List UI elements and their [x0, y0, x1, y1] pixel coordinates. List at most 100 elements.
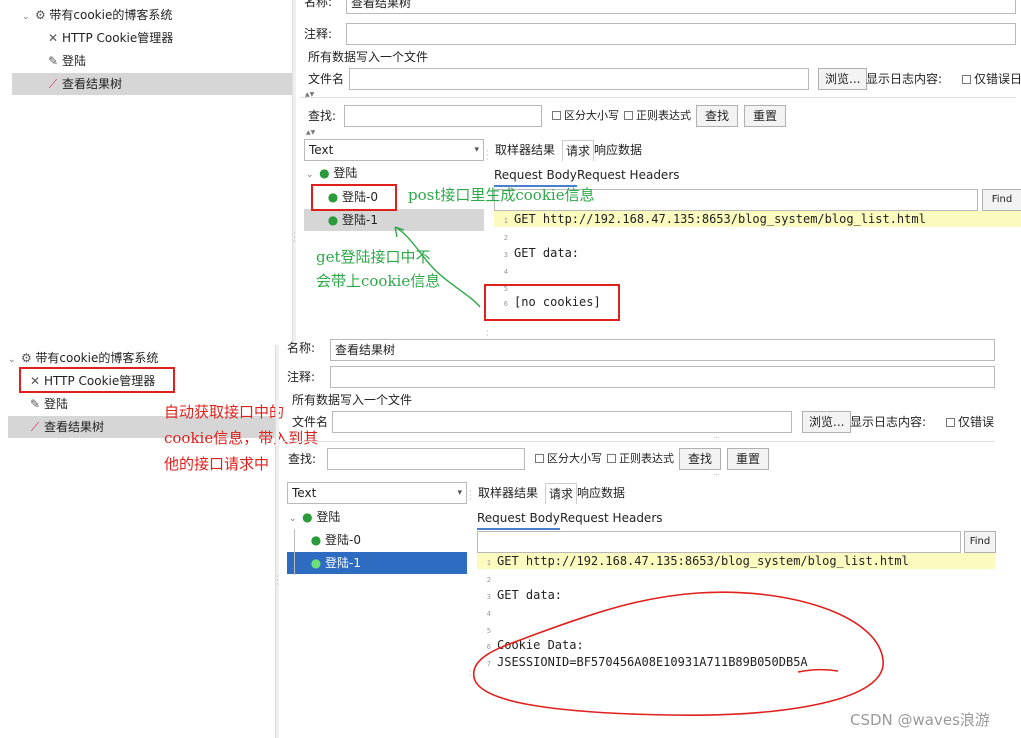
splitter[interactable]	[292, 0, 296, 345]
chevron-down-icon[interactable]: ⌄	[306, 170, 314, 180]
case-sensitive-checkbox[interactable]: 区分大小写	[535, 448, 602, 470]
wrench-icon: ✕	[47, 31, 59, 45]
checkbox-icon	[962, 75, 971, 84]
result-item-login[interactable]: ⌄ ● 登陆	[306, 162, 357, 184]
tab-request[interactable]: 请求	[562, 140, 595, 161]
splitter-handle[interactable]: · · ·	[486, 148, 490, 164]
annotation-auto-cookie-3: 他的接口请求中	[164, 455, 270, 473]
regex-checkbox[interactable]: 正则表达式	[624, 105, 691, 127]
splitter-handle[interactable]: · ·	[486, 328, 490, 340]
checkbox-icon	[624, 111, 633, 120]
filename-label: 文件名	[308, 72, 345, 86]
divider	[282, 441, 995, 442]
tree-item-results-tree[interactable]: ⟋ 查看结果树	[12, 73, 292, 95]
highlight-no-cookies	[484, 284, 620, 321]
case-sensitive-checkbox[interactable]: 区分大小写	[552, 105, 619, 127]
splitter-handle[interactable]: · · ·	[469, 488, 473, 504]
splitter-handle[interactable]: · · ·	[276, 573, 280, 589]
reset-button[interactable]: 重置	[727, 448, 769, 470]
shield-check-icon: ●	[302, 510, 313, 524]
chevron-down-icon: ▾	[457, 488, 462, 498]
top-screenshot: ⌄ ⚙ 带有cookie的博客系统 ✕ HTTP Cookie管理器 ✎ 登陆 ⟋ 查看…	[0, 0, 1021, 345]
chevron-down-icon[interactable]: ⌄	[22, 12, 30, 22]
divider	[300, 97, 1016, 98]
green-arrow	[394, 226, 481, 308]
search-label: 查找:	[288, 452, 317, 466]
renderer-select[interactable]: Text ▾	[304, 139, 484, 161]
tree-item-login[interactable]: ✎ 登陆	[46, 50, 86, 72]
highlight-login-0	[311, 184, 397, 211]
search-input[interactable]	[344, 105, 542, 127]
log-content-label: 显示日志内容:	[850, 415, 927, 429]
regex-checkbox[interactable]: 正则表达式	[607, 448, 674, 470]
comment-label: 注释:	[287, 370, 316, 384]
chevron-down-icon: ▾	[474, 145, 479, 155]
log-content-label: 显示日志内容:	[866, 72, 943, 86]
browse-button[interactable]: 浏览...	[818, 68, 868, 90]
code-line: 2	[486, 576, 491, 584]
code-line: 3 GET data:	[503, 246, 580, 260]
write-all-label: 所有数据写入一个文件	[308, 50, 429, 64]
find-button[interactable]: 查找	[696, 105, 738, 127]
tab-sampler-result[interactable]: 取样器结果	[478, 483, 538, 503]
highlight-cookie-manager	[19, 367, 175, 393]
splitter[interactable]	[275, 345, 279, 738]
comment-input[interactable]	[330, 366, 995, 388]
watermark: CSDN @waves浪游	[850, 711, 990, 729]
chart-icon: ⟋	[30, 420, 40, 434]
code-line: 1 GET http://192.168.47.135:8653/blog_sys…	[477, 553, 995, 569]
name-input[interactable]: 查看结果树	[346, 0, 1016, 14]
tree-guide-line	[294, 529, 295, 575]
tab-response-data[interactable]: 响应数据	[577, 483, 625, 503]
tab-request[interactable]: 请求	[545, 483, 578, 504]
errors-only-checkbox[interactable]: 仅错误日	[962, 68, 1021, 90]
gear-icon: ⚙	[34, 8, 46, 22]
name-label: 名称:	[287, 341, 316, 355]
tab-request-headers[interactable]: Request Headers	[560, 508, 663, 528]
tab-request-body[interactable]: Request Body	[477, 508, 560, 530]
renderer-select[interactable]: Text ▾	[287, 482, 467, 504]
chevron-down-icon[interactable]: ⌄	[289, 514, 297, 524]
code-line: 1 GET http://192.168.47.135:8653/blog_sys…	[494, 211, 1021, 227]
splitter-handle[interactable]: · · ·	[293, 230, 297, 246]
shield-check-icon: ●	[310, 556, 322, 570]
filename-input[interactable]	[349, 68, 809, 90]
checkbox-icon	[946, 418, 955, 427]
tree-item-cookie-manager[interactable]: ✕ HTTP Cookie管理器	[46, 27, 173, 49]
search-input[interactable]	[327, 448, 525, 470]
shield-check-icon: ●	[310, 533, 322, 547]
red-ellipse-annotation	[473, 591, 884, 716]
gear-icon: ⚙	[20, 351, 32, 365]
annotation-auto-cookie-1: 自动获取接口中的	[164, 403, 285, 421]
body-search-input[interactable]	[477, 531, 961, 553]
tab-sampler-result[interactable]: 取样器结果	[495, 140, 555, 160]
annotation-post-cookie: post接口里生成cookie信息	[408, 186, 595, 204]
errors-only-checkbox[interactable]: 仅错误	[946, 411, 994, 433]
find-small-button[interactable]: Find	[982, 189, 1021, 211]
name-label: 名称:	[304, 0, 333, 9]
checkbox-icon	[607, 454, 616, 463]
result-item-login[interactable]: ⌄ ● 登陆	[289, 506, 340, 528]
tree-item-test-plan[interactable]: ⌄ ⚙ 带有cookie的博客系统	[8, 347, 158, 369]
collapse-arrows[interactable]: ···	[714, 472, 720, 479]
tab-request-headers[interactable]: Request Headers	[577, 165, 680, 185]
collapse-arrows[interactable]: ▲▼	[306, 129, 315, 136]
tree-item-login[interactable]: ✎ 登陆	[28, 393, 68, 415]
filename-label: 文件名	[292, 415, 329, 429]
filename-input[interactable]	[332, 411, 792, 433]
comment-input[interactable]	[346, 23, 1016, 45]
name-input[interactable]: 查看结果树	[330, 339, 995, 361]
write-all-label: 所有数据写入一个文件	[292, 393, 413, 407]
find-button[interactable]: 查找	[679, 448, 721, 470]
chevron-down-icon[interactable]: ⌄	[8, 355, 16, 365]
comment-label: 注释:	[304, 27, 333, 41]
bottom-screenshot: ⌄ ⚙ 带有cookie的博客系统 ✕ HTTP Cookie管理器 ✎ 登陆 ⟋ 查看…	[0, 339, 1021, 738]
checkbox-icon	[552, 111, 561, 120]
result-item-login-0[interactable]: ● 登陆-0	[309, 529, 361, 551]
browse-button[interactable]: 浏览...	[802, 411, 852, 433]
result-item-login-1[interactable]: ● 登陆-1	[287, 552, 467, 574]
find-small-button[interactable]: Find	[964, 531, 996, 553]
tree-item-test-plan[interactable]: ⌄ ⚙ 带有cookie的博客系统	[22, 4, 172, 26]
reset-button[interactable]: 重置	[744, 105, 786, 127]
tab-response-data[interactable]: 响应数据	[594, 140, 642, 160]
